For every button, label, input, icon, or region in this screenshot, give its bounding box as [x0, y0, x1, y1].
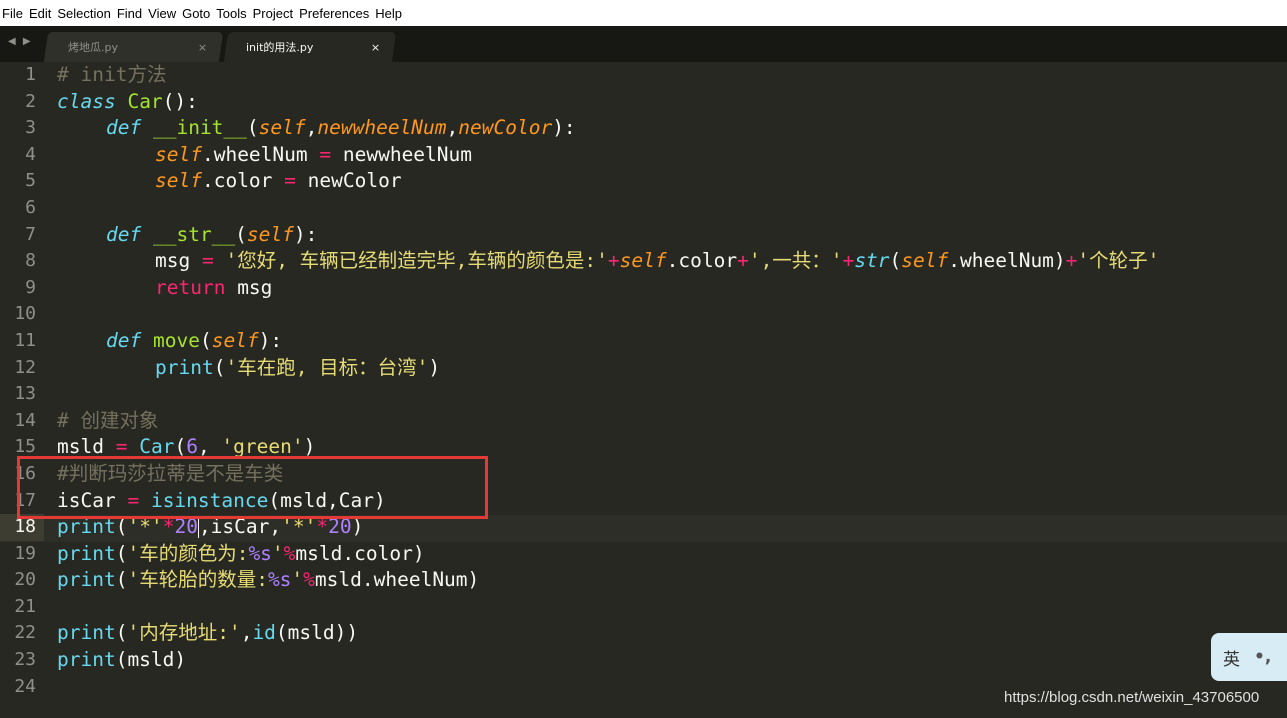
- menu-tools[interactable]: Tools: [216, 6, 246, 21]
- menu-goto[interactable]: Goto: [182, 6, 210, 21]
- code-line-3: def __init__(self,newwheelNum,newColor):: [106, 116, 576, 140]
- watermark: https://blog.csdn.net/weixin_43706500: [1004, 689, 1260, 706]
- line-number: 8: [25, 250, 36, 272]
- code-line-14: # 创建对象: [57, 408, 159, 432]
- code-line-12: print('车在跑, 目标：台湾'): [155, 355, 441, 379]
- menu-edit[interactable]: Edit: [29, 6, 51, 21]
- code-line-1: # init方法: [57, 63, 167, 86]
- line-number: 4: [25, 143, 36, 165]
- close-icon[interactable]: ×: [198, 41, 207, 54]
- code-line-8: msg = '您好, 车辆已经制造完毕,车辆的颜色是:'+self.color+…: [155, 249, 1160, 273]
- menu-view[interactable]: View: [148, 6, 176, 21]
- tab-init-usage[interactable]: init的用法.py ×: [223, 32, 397, 62]
- code-line-20: print('车轮胎的数量:%s'%msld.wheelNum): [57, 568, 480, 592]
- code-editor[interactable]: 1 2 3 4 5 6 7 8 9 10 11 12 13 14 15 16 17 18 19 20 21 22 23 24 …: [0, 62, 1287, 718]
- line-number: 10: [14, 303, 36, 325]
- line-number: 3: [25, 117, 36, 139]
- code-area[interactable]: # init方法 class Car(): def __init__(self,…: [57, 62, 1159, 700]
- line-number: 5: [25, 170, 36, 192]
- code-line-22: print('内存地址:',id(msld)): [57, 621, 359, 645]
- menu-file[interactable]: File: [2, 6, 23, 21]
- tab-nav-arrows-icon[interactable]: ◀ ▶: [8, 36, 33, 47]
- line-number-gutter: 1 2 3 4 5 6 7 8 9 10 11 12 13 14 15 16 17 18 19 20 21 22 23 24: [0, 62, 44, 700]
- menu-selection[interactable]: Selection: [57, 6, 110, 21]
- close-icon[interactable]: ×: [371, 41, 380, 54]
- line-number: 1: [25, 64, 36, 85]
- code-line-23: print(msld): [57, 648, 187, 672]
- code-line-2: class Car():: [57, 89, 198, 113]
- tab-label: 烤地瓜.py: [68, 41, 118, 54]
- line-number: 20: [14, 569, 36, 591]
- menu-find[interactable]: Find: [117, 6, 142, 21]
- line-number: 21: [14, 595, 36, 617]
- code-line-11: def move(self):: [106, 328, 283, 352]
- menu-project[interactable]: Project: [253, 6, 293, 21]
- line-number: 6: [25, 196, 36, 218]
- line-number: 24: [14, 675, 36, 697]
- ime-indicator[interactable]: 英 •,: [1211, 633, 1287, 681]
- line-number: 11: [14, 329, 36, 351]
- code-line-5: self.color = newColor: [155, 169, 402, 193]
- tab-label: init的用法.py: [246, 41, 314, 54]
- menu-preferences[interactable]: Preferences: [299, 6, 369, 21]
- line-number: 13: [14, 383, 36, 405]
- menu-help[interactable]: Help: [375, 6, 402, 21]
- code-line-4: self.wheelNum = newwheelNum: [155, 142, 473, 166]
- tab-bar: ◀ ▶ 烤地瓜.py × init的用法.py ×: [0, 26, 1287, 62]
- line-number: 19: [14, 542, 36, 564]
- menu-bar: File Edit Selection Find View Goto Tools Projec…: [0, 0, 1287, 26]
- line-number: 7: [25, 223, 36, 245]
- line-number: 22: [14, 622, 36, 644]
- annotation-highlight-box: [17, 456, 488, 519]
- line-number: 9: [25, 276, 36, 298]
- line-number: 12: [14, 356, 36, 378]
- line-number: 23: [14, 649, 36, 671]
- code-line-9: return msg: [155, 275, 273, 299]
- code-line-7: def __str__(self):: [106, 222, 318, 246]
- code-line-19: print('车的颜色为:%s'%msld.color): [57, 541, 425, 565]
- ime-language-label: 英: [1223, 649, 1240, 670]
- ime-punctuation-icon: •,: [1254, 647, 1272, 667]
- line-number: 2: [25, 90, 36, 112]
- line-number: 14: [14, 409, 36, 431]
- tab-kaodigua[interactable]: 烤地瓜.py ×: [43, 32, 224, 62]
